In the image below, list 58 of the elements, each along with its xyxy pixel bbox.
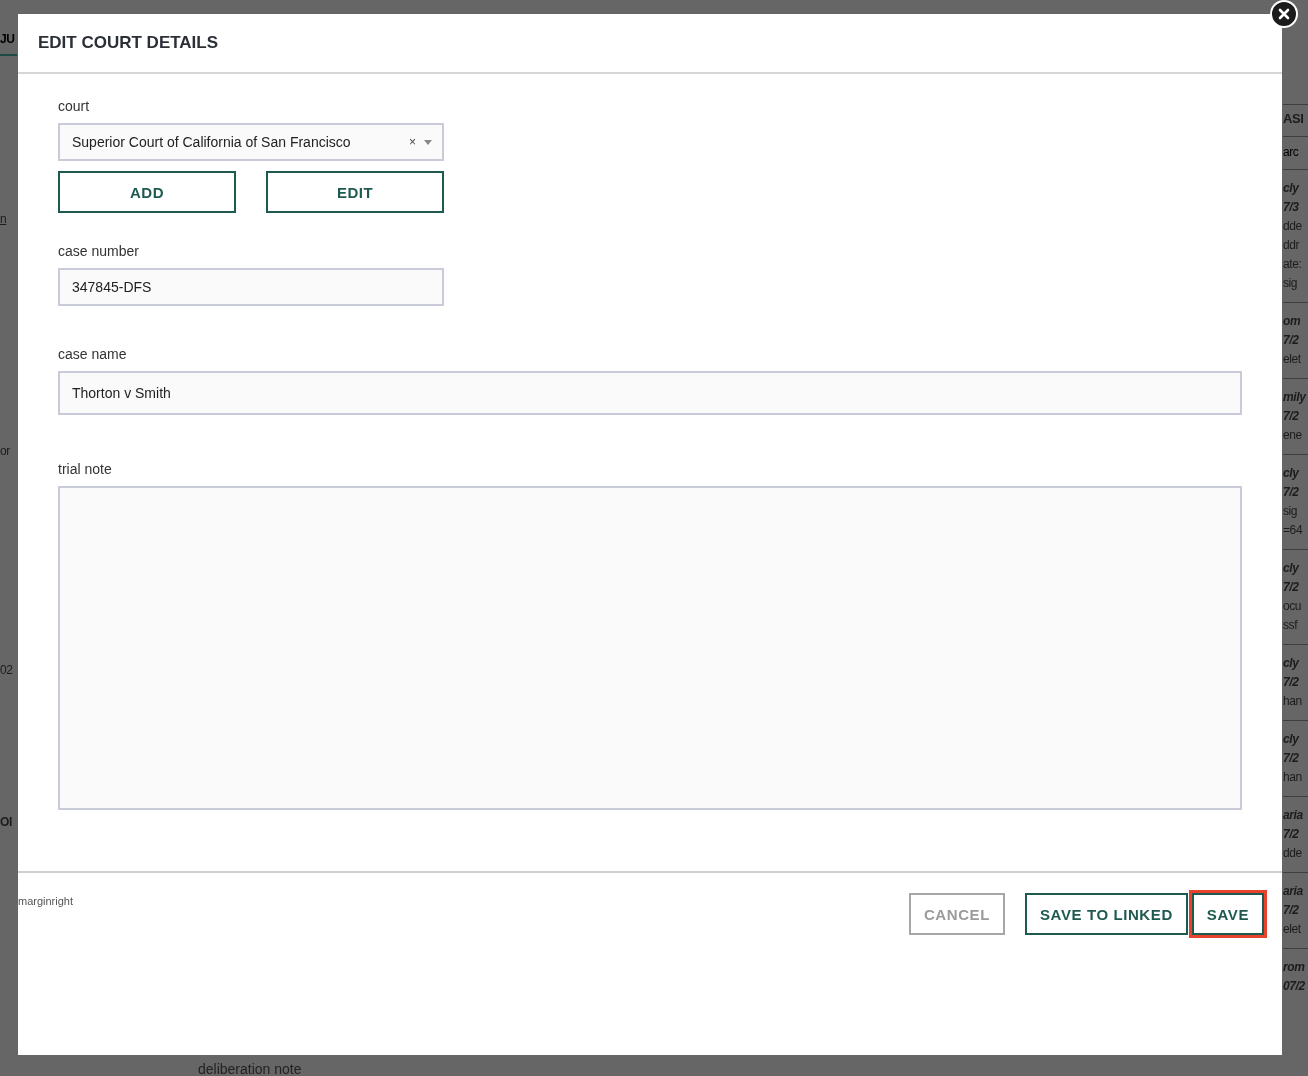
entry-text: han [1283,693,1303,710]
background-text: OI [0,815,12,829]
entry-text: mily [1283,389,1308,406]
field-label: court [58,98,91,114]
input-field[interactable]: 347845-DFS [58,268,444,306]
court-action-button[interactable]: ADD [58,171,236,213]
entry-text: ocu [1283,598,1303,615]
entry-text: ene [1283,427,1303,444]
entry-text: elet [1283,351,1302,368]
close-button[interactable] [1270,0,1298,28]
save-button[interactable]: SAVE TO LINKED [1025,893,1188,935]
entry-text: 7/2 [1283,408,1300,425]
tab[interactable]: JU [0,32,17,56]
entry-text: cly [1283,655,1301,672]
entry-text: aria [1283,883,1304,900]
entry-text: han [1283,769,1303,786]
entry-text: 07/2 [1283,978,1306,995]
entry-text: dde [1283,845,1303,862]
entry-text: sig [1283,503,1299,520]
entry-text: rom [1283,959,1306,976]
entry-text: ddr [1283,237,1301,254]
panel-heading: ASI [1283,104,1308,137]
save-button[interactable]: SAVE [1191,893,1264,935]
entry-text: 7/3 [1283,199,1300,216]
clear-icon[interactable]: × [409,135,416,149]
entry-text: 7/2 [1283,674,1300,691]
input-field[interactable]: Thorton v Smith [58,371,1242,415]
entry-text: 7/2 [1283,902,1300,919]
entry-text: cly [1283,731,1301,748]
entry-text: dde [1283,218,1303,235]
entry-text: =64 [1283,522,1304,539]
entry-text: 7/2 [1283,579,1300,596]
entry-text: 7/2 [1283,484,1300,501]
background-text: 02 [0,663,13,677]
entry-text: elet [1283,921,1302,938]
entry-text: 7/2 [1283,332,1300,349]
field-label: case number [58,243,140,259]
background-text: or [0,444,10,458]
entry-text: om [1283,313,1302,330]
entry-text: cly [1283,180,1301,197]
court-action-button[interactable]: EDIT [266,171,444,213]
entry-text: ate: [1283,256,1303,273]
entry-text: ssf [1283,617,1299,634]
dialog-title: EDIT COURT DETAILS [38,33,219,53]
footer-note: marginright [18,895,74,907]
entry-text: cly [1283,465,1301,482]
entry-text: 7/2 [1283,826,1300,843]
caret-icon [424,139,432,145]
entry-text: 7/2 [1283,750,1300,767]
background-label: deliberation note [198,1062,302,1076]
search-field[interactable]: arc [1283,137,1308,169]
entry-text: aria [1283,807,1304,824]
close-icon [1278,8,1290,20]
entry-text: cly [1283,560,1301,577]
field-label: case name [58,346,128,362]
field-label: trial note [58,461,113,477]
entry-text: sig [1283,275,1299,292]
court-select[interactable]: Superior Court of California of San Francisco × [58,123,444,161]
